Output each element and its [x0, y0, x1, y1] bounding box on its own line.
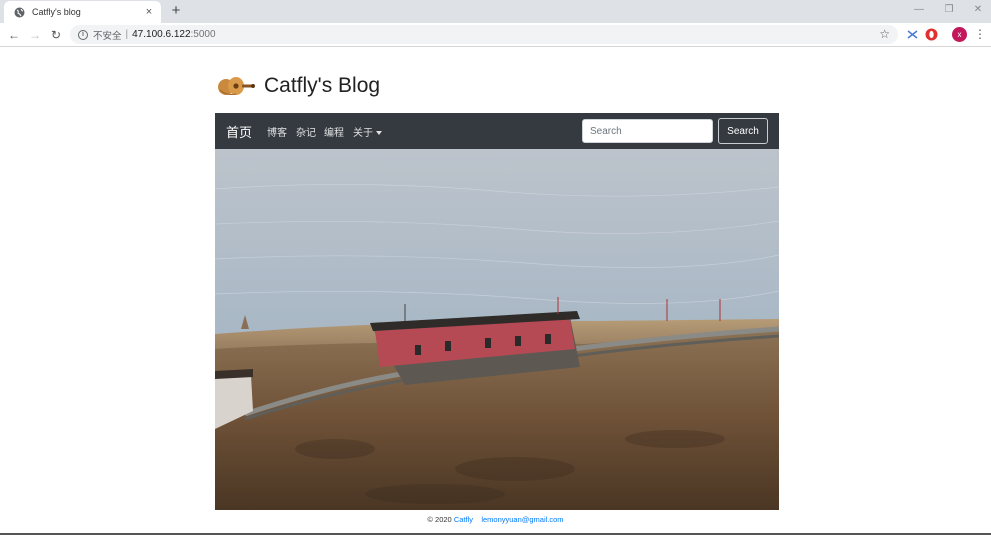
globe-icon	[14, 7, 25, 18]
url-port: :5000	[190, 29, 216, 40]
site-header: Catfly's Blog	[216, 72, 380, 100]
nav-about-label: 关于	[353, 128, 373, 139]
footer-copyright: © 2020	[427, 515, 452, 524]
security-label: 不安全	[93, 30, 122, 42]
caret-down-icon	[376, 131, 382, 136]
omnibox-divider: |	[125, 29, 129, 40]
browser-tab-strip: Catfly's blog × + — ❐ ✕	[0, 0, 991, 23]
browser-tab[interactable]: Catfly's blog ×	[4, 1, 161, 23]
extension-icon[interactable]	[905, 27, 920, 42]
footer-email-link[interactable]: lemonyyuan@gmail.com	[481, 515, 563, 524]
nav-link-programming[interactable]: 编程	[324, 124, 344, 139]
address-bar[interactable]: i 不安全 | 47.100.6.122 :5000 ☆	[70, 25, 898, 44]
url-host: 47.100.6.122	[132, 29, 191, 40]
nav-link-notes[interactable]: 杂记	[296, 124, 316, 139]
bookmark-star-icon[interactable]: ☆	[879, 27, 890, 41]
navbar: 首页 博客 杂记 编程 关于 Search	[215, 113, 779, 149]
more-menu-icon[interactable]: ⋮	[974, 26, 986, 42]
restore-icon[interactable]: ❐	[936, 3, 962, 17]
browser-toolbar: ← → ↻ i 不安全 | 47.100.6.122 :5000 ☆ x ⋮	[0, 23, 991, 47]
footer: © 2020 Catfly lemonyyuan@gmail.com	[0, 515, 991, 524]
nav-dropdown-about[interactable]: 关于	[353, 124, 382, 139]
forward-arrow-icon[interactable]: →	[27, 27, 43, 43]
nav-home-link[interactable]: 首页	[226, 122, 252, 141]
site-title[interactable]: Catfly's Blog	[264, 74, 380, 98]
nav-link-blog[interactable]: 博客	[267, 124, 287, 139]
info-icon[interactable]: i	[78, 29, 88, 40]
search-input[interactable]	[582, 119, 713, 143]
tab-close-icon[interactable]: ×	[143, 6, 155, 18]
profile-avatar[interactable]: x	[952, 27, 967, 42]
hero-image	[215, 149, 779, 510]
minimize-icon[interactable]: —	[906, 3, 932, 17]
guitar-logo-icon[interactable]	[216, 72, 256, 100]
reload-icon[interactable]: ↻	[48, 27, 64, 43]
search-button[interactable]: Search	[718, 118, 768, 144]
opera-extension-icon[interactable]	[924, 27, 939, 42]
window-close-icon[interactable]: ✕	[965, 3, 991, 17]
back-arrow-icon[interactable]: ←	[6, 27, 22, 43]
footer-author-link[interactable]: Catfly	[454, 515, 473, 524]
tab-title: Catfly's blog	[32, 7, 81, 17]
new-tab-button[interactable]: +	[168, 3, 184, 19]
